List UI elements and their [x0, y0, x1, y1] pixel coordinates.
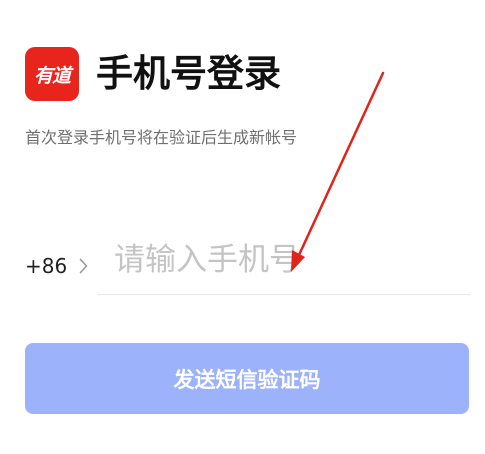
send-sms-code-button[interactable]: 发送短信验证码: [25, 343, 469, 414]
logo-text: 有道: [33, 64, 71, 87]
page-subtitle: 首次登录手机号将在验证后生成新帐号: [25, 128, 298, 147]
page-title: 手机号登录: [96, 52, 281, 95]
phone-input[interactable]: [114, 238, 454, 282]
youdao-logo: 有道: [25, 47, 79, 101]
phone-field: [98, 228, 470, 295]
chevron-right-icon: [79, 258, 88, 274]
country-code: +86: [25, 254, 68, 278]
country-code-selector[interactable]: +86: [25, 250, 88, 282]
